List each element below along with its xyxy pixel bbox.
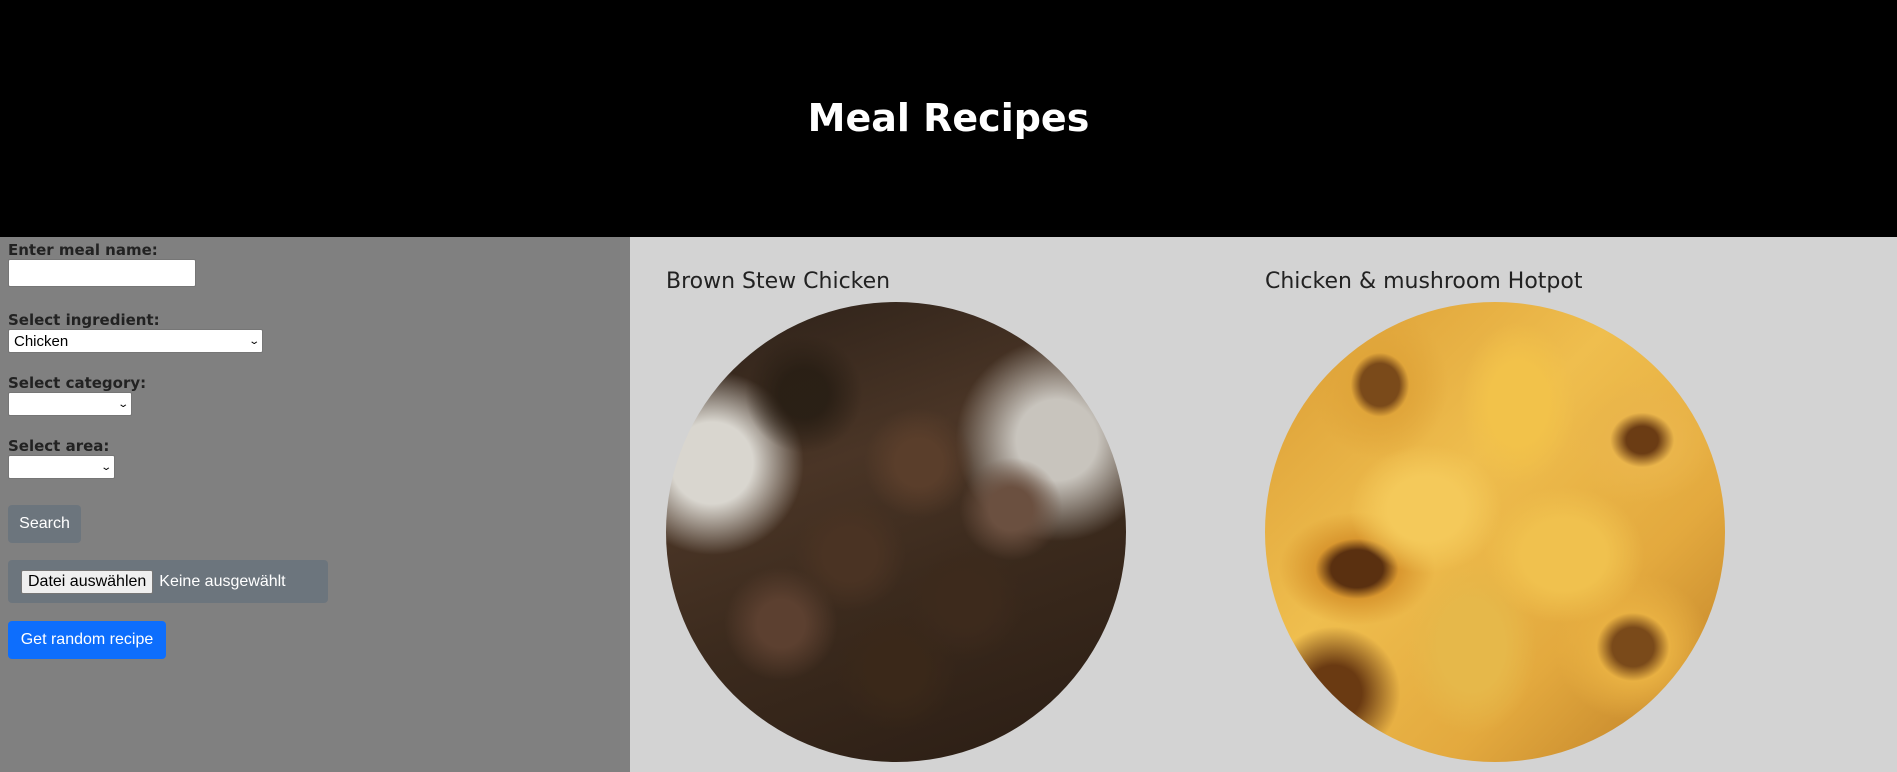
area-label: Select area: (8, 437, 110, 455)
ingredient-label: Select ingredient: (8, 311, 160, 329)
file-status-text: Keine ausgewählt (159, 572, 286, 590)
main-area: Enter meal name: Select ingredient: Chic… (0, 237, 1897, 772)
chevron-down-icon: ⌄ (247, 335, 260, 347)
file-upload-group: Datei auswählen Keine ausgewählt (8, 560, 328, 603)
meal-name-label: Enter meal name: (8, 241, 158, 259)
chevron-down-icon: ⌄ (99, 461, 112, 473)
area-select[interactable]: ⌄ (8, 455, 115, 479)
recipe-image[interactable] (666, 302, 1126, 762)
recipe-card[interactable]: Chicken & mushroom Hotpot (1265, 269, 1725, 762)
meal-name-input[interactable] (8, 259, 196, 287)
recipe-card[interactable]: Brown Stew Chicken (666, 269, 1126, 762)
search-button[interactable]: Search (8, 505, 81, 543)
page-header: Meal Recipes (0, 0, 1897, 237)
random-recipe-button[interactable]: Get random recipe (8, 621, 166, 659)
search-sidebar: Enter meal name: Select ingredient: Chic… (0, 237, 630, 772)
recipe-image[interactable] (1265, 302, 1725, 762)
page-title: Meal Recipes (807, 95, 1090, 140)
category-select[interactable]: ⌄ (8, 392, 132, 416)
recipe-title[interactable]: Chicken & mushroom Hotpot (1265, 269, 1725, 294)
category-label: Select category: (8, 374, 147, 392)
recipe-title[interactable]: Brown Stew Chicken (666, 269, 1126, 294)
ingredient-select-value: Chicken (14, 332, 69, 350)
recipe-results: Brown Stew Chicken Chicken & mushroom Ho… (630, 237, 1897, 772)
file-choose-button[interactable]: Datei auswählen (21, 569, 154, 594)
ingredient-select[interactable]: Chicken ⌄ (8, 329, 263, 353)
chevron-down-icon: ⌄ (116, 398, 129, 410)
